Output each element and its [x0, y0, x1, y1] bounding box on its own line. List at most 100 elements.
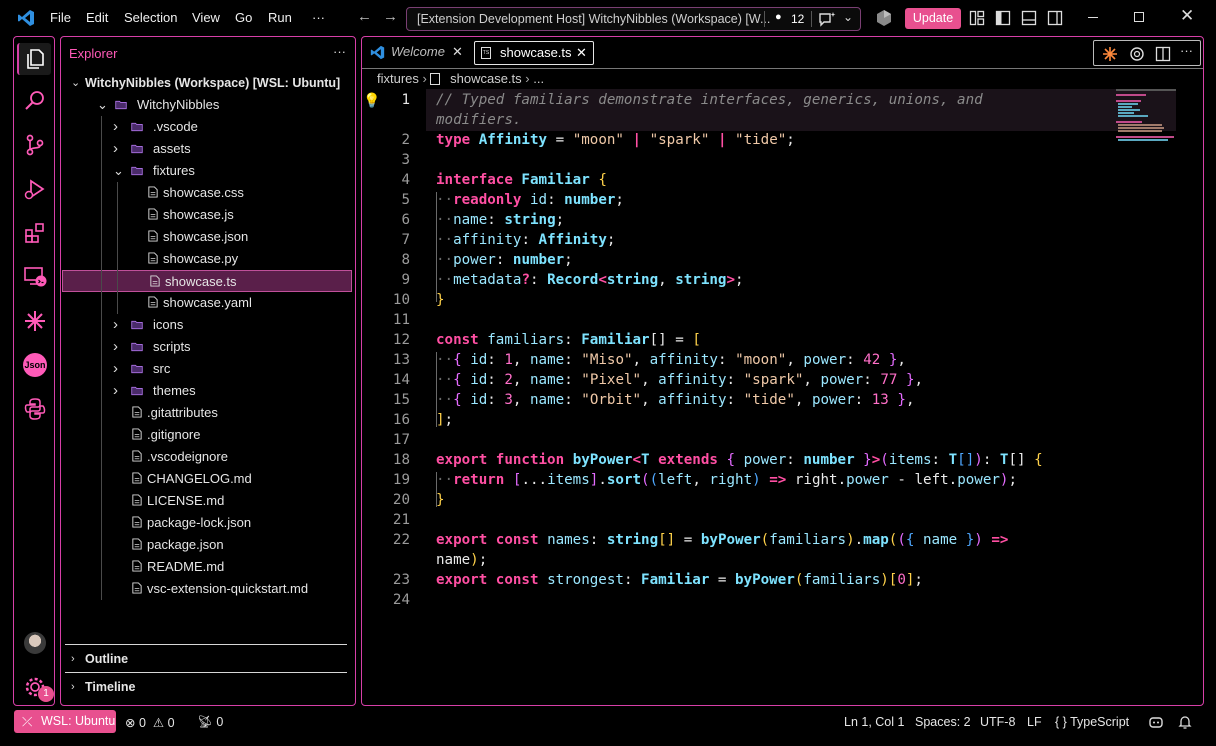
code-line[interactable]: 14 ··{ id: 2, name: "Pixel", affinity: "s…	[362, 370, 1112, 390]
code-line[interactable]: 4 interface Familiar {	[362, 170, 1112, 190]
update-button[interactable]: Update	[905, 8, 961, 29]
tree-folder[interactable]: › icons	[61, 314, 355, 336]
code-line[interactable]: 18 export function byPower<T extends { po…	[362, 450, 1112, 470]
code-line[interactable]: 21	[362, 510, 1112, 530]
code-line[interactable]: 15 ··{ id: 3, name: "Orbit", affinity: "t…	[362, 390, 1112, 410]
account-avatar[interactable]	[21, 629, 49, 657]
remote-explorer-icon[interactable]	[21, 263, 49, 291]
tree-file[interactable]: showcase.py	[61, 248, 355, 270]
code-line[interactable]: 23 export const strongest: Familiar = byP…	[362, 570, 1112, 590]
run-debug-icon[interactable]	[21, 175, 49, 203]
code-line[interactable]: 22 export const names: string[] = byPower…	[362, 530, 1112, 550]
code-line[interactable]: 1 // Typed familiars demonstrate interfac…	[362, 90, 1112, 110]
settings-gear-icon[interactable]: 1	[21, 673, 54, 702]
close-window-icon[interactable]: ✕	[1180, 6, 1194, 26]
code-line[interactable]: 12 const familiars: Familiar[] = [	[362, 330, 1112, 350]
tree-folder[interactable]: ⌄ fixtures	[61, 160, 355, 182]
menu-file[interactable]: File	[50, 10, 71, 25]
code-line[interactable]: 9 ··metadata?: Record<string, string>;	[362, 270, 1112, 290]
more-actions-icon[interactable]: ···	[1180, 43, 1193, 58]
notifications-bell-icon[interactable]	[1177, 714, 1193, 730]
json-icon[interactable]: Json	[21, 351, 49, 379]
tree-file[interactable]: vsc-extension-quickstart.md	[61, 578, 355, 600]
tree-folder[interactable]: › src	[61, 358, 355, 380]
tree-file[interactable]: CHANGELOG.md	[61, 468, 355, 490]
code-line[interactable]: 11	[362, 310, 1112, 330]
outline-section[interactable]: › Outline	[61, 648, 355, 670]
command-center[interactable]: [Extension Development Host] WitchyNibbl…	[406, 7, 861, 31]
tree-file[interactable]: package.json	[61, 534, 355, 556]
tree-folder[interactable]: ⌄ WitchyNibbles	[61, 94, 355, 116]
code-line[interactable]: 8 ··power: number;	[362, 250, 1112, 270]
encoding[interactable]: UTF-8	[980, 715, 1015, 729]
close-tab-icon[interactable]: ✕	[452, 41, 463, 63]
tree-folder[interactable]: › assets	[61, 138, 355, 160]
tree-file[interactable]: package-lock.json	[61, 512, 355, 534]
code-line[interactable]: 3	[362, 150, 1112, 170]
code-line[interactable]: modifiers.	[362, 110, 1112, 130]
tree-file[interactable]: showcase.js	[61, 204, 355, 226]
menu-more[interactable]: ···	[312, 10, 325, 25]
code-line[interactable]: 24	[362, 590, 1112, 610]
breadcrumb-folder[interactable]: fixtures	[377, 71, 419, 86]
split-editor-icon[interactable]	[1155, 46, 1171, 62]
tree-folder[interactable]: › .vscode	[61, 116, 355, 138]
sparkle-icon[interactable]	[21, 307, 49, 335]
search-icon[interactable]	[21, 87, 49, 115]
toggle-panel-icon[interactable]	[1021, 10, 1037, 26]
menu-run[interactable]: Run	[268, 10, 292, 25]
code-line[interactable]: 20}	[362, 490, 1112, 510]
source-control-icon[interactable]	[21, 131, 49, 159]
tree-file[interactable]: .vscodeignore	[61, 446, 355, 468]
timeline-section[interactable]: › Timeline	[61, 676, 355, 698]
chevron-down-icon[interactable]: ⌄	[843, 10, 853, 24]
indentation[interactable]: Spaces: 2	[915, 715, 971, 729]
remote-indicator[interactable]: ⤫ WSL: Ubuntu	[14, 710, 116, 733]
tab-showcase-ts[interactable]: TS showcase.ts ✕	[474, 41, 594, 65]
tree-file[interactable]: .gitignore	[61, 424, 355, 446]
maximize-icon[interactable]	[1134, 12, 1144, 22]
code-line[interactable]: 16];	[362, 410, 1112, 430]
code-line[interactable]: 2 type Affinity = "moon" | "spark" | "tid…	[362, 130, 1112, 150]
sparkle-action-icon[interactable]	[1102, 46, 1118, 62]
minimap[interactable]	[1116, 87, 1192, 147]
workspace-header[interactable]: ⌄ WitchyNibbles (Workspace) [WSL: Ubuntu…	[61, 72, 355, 94]
tree-folder[interactable]: › themes	[61, 380, 355, 402]
tree-file[interactable]: README.md	[61, 556, 355, 578]
openai-icon[interactable]	[1129, 46, 1145, 62]
chat-sparkle-icon[interactable]	[818, 11, 836, 27]
tree-file[interactable]: LICENSE.md	[61, 490, 355, 512]
python-icon[interactable]	[21, 395, 49, 423]
tree-file[interactable]: .gitattributes	[61, 402, 355, 424]
copilot-icon[interactable]	[1148, 714, 1164, 730]
code-line[interactable]: 6 ··name: string;	[362, 210, 1112, 230]
breadcrumb-file[interactable]: showcase.ts	[450, 71, 522, 86]
problems-indicator[interactable]: ⊗ 0 ⚠ 0	[125, 715, 175, 730]
code-line[interactable]: 5 ··readonly id: number;	[362, 190, 1112, 210]
explorer-icon[interactable]	[17, 43, 51, 75]
code-line[interactable]: 10}	[362, 290, 1112, 310]
menu-go[interactable]: Go	[235, 10, 252, 25]
customize-layout-icon[interactable]	[969, 10, 985, 26]
menu-view[interactable]: View	[192, 10, 220, 25]
code-line[interactable]: 17	[362, 430, 1112, 450]
ports-indicator[interactable]: 📡︎ 0	[197, 715, 223, 730]
tree-file[interactable]: showcase.yaml	[61, 292, 355, 314]
close-tab-icon[interactable]: ✕	[576, 42, 587, 64]
code-line[interactable]: 19 ··return [...items].sort((left, right)…	[362, 470, 1112, 490]
minimize-icon[interactable]	[1088, 17, 1098, 18]
language-mode[interactable]: { } TypeScript	[1055, 715, 1129, 729]
tree-file[interactable]: showcase.json	[61, 226, 355, 248]
cursor-position[interactable]: Ln 1, Col 1	[844, 715, 904, 729]
tab-welcome[interactable]: Welcome ✕	[366, 41, 470, 65]
extensions-icon[interactable]	[21, 219, 49, 247]
copilot-cube-icon[interactable]	[876, 9, 892, 27]
code-line[interactable]: 7 ··affinity: Affinity;	[362, 230, 1112, 250]
code-line[interactable]: 13 ··{ id: 1, name: "Miso", affinity: "mo…	[362, 350, 1112, 370]
back-arrow-icon[interactable]: ←	[357, 8, 372, 25]
code-line[interactable]: name);	[362, 550, 1112, 570]
menu-edit[interactable]: Edit	[86, 10, 108, 25]
menu-selection[interactable]: Selection	[124, 10, 177, 25]
end-of-line[interactable]: LF	[1027, 715, 1042, 729]
forward-arrow-icon[interactable]: →	[383, 8, 398, 25]
